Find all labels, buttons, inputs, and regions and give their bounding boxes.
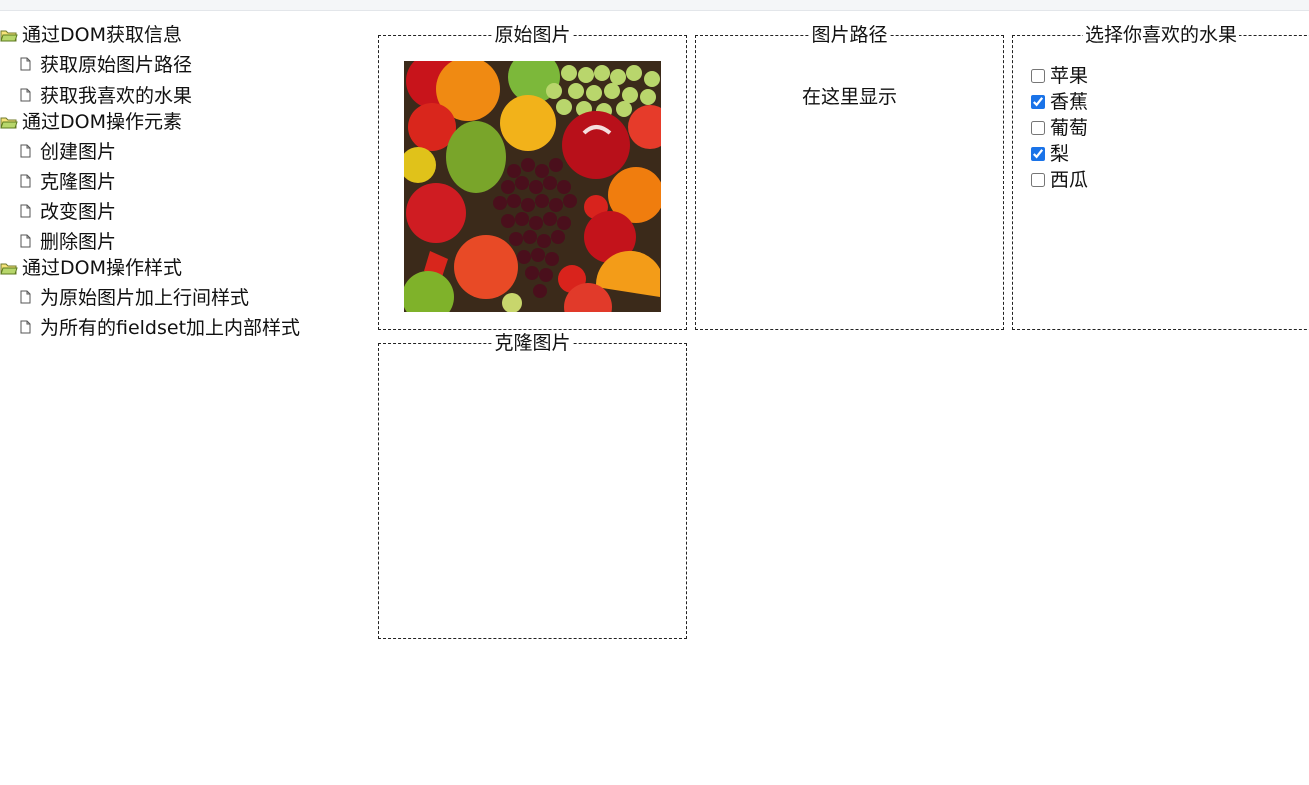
original-image-fieldset: 原始图片 [378, 24, 687, 330]
document-icon [20, 57, 31, 71]
pear-checkbox[interactable] [1031, 147, 1045, 161]
tree-item-label: 创建图片 [40, 141, 117, 163]
tree-item-fieldset-style[interactable]: 为所有的fieldset加上内部样式 [20, 315, 300, 341]
fruit-option-label: 苹果 [1050, 65, 1089, 87]
fruit-checkbox-list: 苹果 香蕉 葡萄 梨 西瓜 [1031, 63, 1088, 193]
tree-folder-manipulate-styles[interactable]: 通过DOM操作样式 [0, 255, 182, 281]
fruit-option-label: 梨 [1050, 143, 1070, 165]
tree-item-inline-style[interactable]: 为原始图片加上行间样式 [20, 285, 249, 311]
folder-open-icon [0, 263, 18, 275]
tree-folder-label: 通过DOM操作样式 [22, 257, 182, 279]
tree-folder-get-info[interactable]: 通过DOM获取信息 [0, 22, 182, 48]
tree-item-clone-image[interactable]: 克隆图片 [20, 169, 116, 195]
clone-image-fieldset: 克隆图片 [378, 332, 687, 639]
folder-open-icon [0, 30, 18, 42]
tree-folder-label: 通过DOM操作元素 [22, 111, 182, 133]
folder-open-icon [0, 117, 18, 129]
fruit-image [404, 61, 661, 312]
tree-item-label: 为所有的fieldset加上内部样式 [40, 317, 301, 339]
tree-item-label: 获取我喜欢的水果 [40, 85, 193, 107]
document-icon [20, 174, 31, 188]
grape-checkbox[interactable] [1031, 121, 1045, 135]
tree-item-get-image-path[interactable]: 获取原始图片路径 [20, 52, 192, 78]
tree-item-label: 克隆图片 [40, 171, 117, 193]
tree-item-delete-image[interactable]: 删除图片 [20, 229, 116, 255]
fruit-option-label: 西瓜 [1050, 169, 1089, 191]
document-icon [20, 88, 31, 102]
tree-item-create-image[interactable]: 创建图片 [20, 139, 116, 165]
tree-item-change-image[interactable]: 改变图片 [20, 199, 116, 225]
original-image-legend: 原始图片 [492, 24, 573, 46]
tree-folder-label: 通过DOM获取信息 [22, 24, 182, 46]
favorite-fruits-fieldset: 选择你喜欢的水果 苹果 香蕉 葡萄 梨 西瓜 [1012, 24, 1309, 330]
document-icon [20, 290, 31, 304]
image-path-fieldset: 图片路径 在这里显示 [695, 24, 1004, 330]
fruit-option-pear: 梨 [1031, 141, 1088, 167]
watermelon-checkbox[interactable] [1031, 173, 1045, 187]
tree-item-label: 改变图片 [40, 201, 117, 223]
fruit-option-label: 葡萄 [1050, 117, 1089, 139]
document-icon [20, 320, 31, 334]
browser-top-edge [0, 0, 1309, 11]
favorite-fruits-legend: 选择你喜欢的水果 [1082, 24, 1239, 46]
tree-item-label: 获取原始图片路径 [40, 54, 193, 76]
image-path-output: 在这里显示 [801, 86, 897, 108]
banana-checkbox[interactable] [1031, 95, 1045, 109]
tree-item-label: 删除图片 [40, 231, 117, 253]
document-icon [20, 204, 31, 218]
fruit-option-apple: 苹果 [1031, 63, 1088, 89]
apple-checkbox[interactable] [1031, 69, 1045, 83]
fruit-option-banana: 香蕉 [1031, 89, 1088, 115]
tree-item-label: 为原始图片加上行间样式 [40, 287, 250, 309]
tree-item-get-fruits[interactable]: 获取我喜欢的水果 [20, 83, 192, 109]
fruit-option-label: 香蕉 [1050, 91, 1089, 113]
image-path-legend: 图片路径 [809, 24, 890, 46]
tree-folder-manipulate-elements[interactable]: 通过DOM操作元素 [0, 109, 182, 135]
document-icon [20, 234, 31, 248]
fruit-option-watermelon: 西瓜 [1031, 167, 1088, 193]
document-icon [20, 144, 31, 158]
clone-image-legend: 克隆图片 [492, 332, 573, 354]
fruit-option-grape: 葡萄 [1031, 115, 1088, 141]
